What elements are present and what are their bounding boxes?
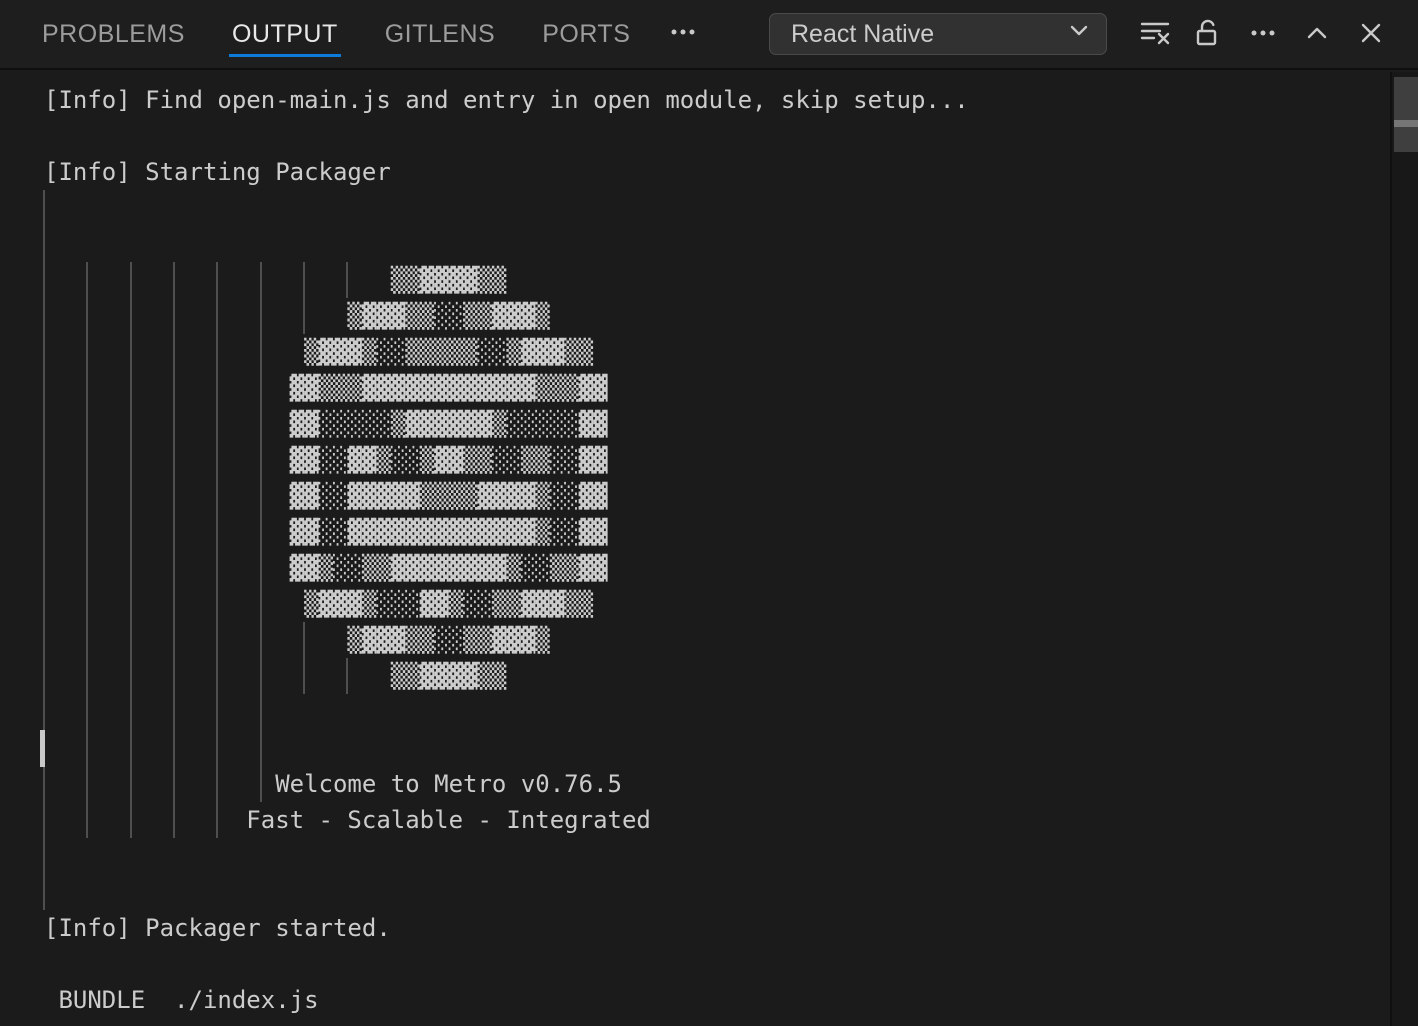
output-line: Welcome to Metro v0.76.5 <box>44 766 1390 802</box>
output-line: BUNDLE ./index.js <box>44 982 1390 1018</box>
output-line: [Info] Find open-main.js and entry in op… <box>44 82 1390 118</box>
output-line <box>44 190 1390 226</box>
output-line <box>44 838 1390 874</box>
output-line: ▓▓▒▒▒▓▓▓▓▓▓▓▓▓▓▓▓▒▒▒▓▓ <box>44 370 1390 406</box>
ellipsis-icon <box>667 16 699 53</box>
panel-header: PROBLEMS OUTPUT GITLENS PORTS React Nati… <box>0 0 1418 70</box>
more-actions-button[interactable] <box>1246 15 1280 53</box>
output-line <box>44 118 1390 154</box>
output-line: [Info] Packager started. <box>44 910 1390 946</box>
output-channel-value: React Native <box>791 20 934 49</box>
scrollbar-marker <box>1394 120 1418 127</box>
output-line: ▒▓▓▓▒░░░▓▓▒░░▒▒▓▓▓▒▒ <box>44 586 1390 622</box>
output-channel-select[interactable]: React Native <box>769 13 1107 55</box>
tab-problems[interactable]: PROBLEMS <box>42 0 185 68</box>
panel-header-actions: React Native <box>769 0 1388 68</box>
clear-output-icon <box>1138 16 1172 53</box>
output-line: ▓▓░░▓▓▒░░▒▓▓▒▒░░▒▒░░▓▓ <box>44 442 1390 478</box>
lock-open-icon <box>1192 16 1226 53</box>
output-line: ▓▓░░▓▓▓▓▓▒▒▒▒▓▓▓▓▒░░▓▓ <box>44 478 1390 514</box>
maximize-panel-button[interactable] <box>1300 15 1334 53</box>
tab-output[interactable]: OUTPUT <box>232 0 338 68</box>
output-line <box>44 226 1390 262</box>
panel-tabs: PROBLEMS OUTPUT GITLENS PORTS <box>42 0 630 68</box>
more-tabs-button[interactable] <box>667 0 699 68</box>
output-line: ▒▓▓▓▒░░▒▒▒▒▒░░▒▓▓▓▒▒ <box>44 334 1390 370</box>
output-line <box>44 946 1390 982</box>
vertical-scrollbar[interactable] <box>1390 72 1418 1026</box>
output-line <box>44 874 1390 910</box>
output-line: ▒▓▓▓▒▒░░▒▒▓▓▓▒ <box>44 298 1390 334</box>
chevron-up-icon <box>1301 17 1333 52</box>
close-icon <box>1355 17 1387 52</box>
toggle-lock-button[interactable] <box>1192 15 1226 53</box>
tab-gitlens[interactable]: GITLENS <box>385 0 495 68</box>
tab-ports[interactable]: PORTS <box>542 0 630 68</box>
output-line: ▓▓░░░░░▒▓▓▓▓▓▓▒░░░░░▓▓ <box>44 406 1390 442</box>
output-line: Fast - Scalable - Integrated <box>44 802 1390 838</box>
output-line <box>44 730 1390 766</box>
output-line: ▒▓▓▓▒▒░░▒▒▓▓▓▒ <box>44 622 1390 658</box>
output-log[interactable]: [Info] Find open-main.js and entry in op… <box>0 72 1390 1026</box>
scrollbar-thumb[interactable] <box>1394 77 1418 152</box>
output-line: [Info] Starting Packager <box>44 154 1390 190</box>
output-line: ▒▒▓▓▓▓▒▒ <box>44 262 1390 298</box>
close-panel-button[interactable] <box>1354 15 1388 53</box>
chevron-down-icon <box>1064 16 1094 53</box>
output-line: ▓▓▒░░▒▒▓▓▓▓▓▓▓▓▒░░▒▒▓▓ <box>44 550 1390 586</box>
clear-output-button[interactable] <box>1138 15 1172 53</box>
output-line: ▓▓░░▓▓▓▓▓▓▓▓▓▓▓▓▓▒░░▓▓ <box>44 514 1390 550</box>
output-line <box>44 694 1390 730</box>
ellipsis-icon <box>1247 17 1279 52</box>
output-line: ▒▒▓▓▓▓▒▒ <box>44 658 1390 694</box>
